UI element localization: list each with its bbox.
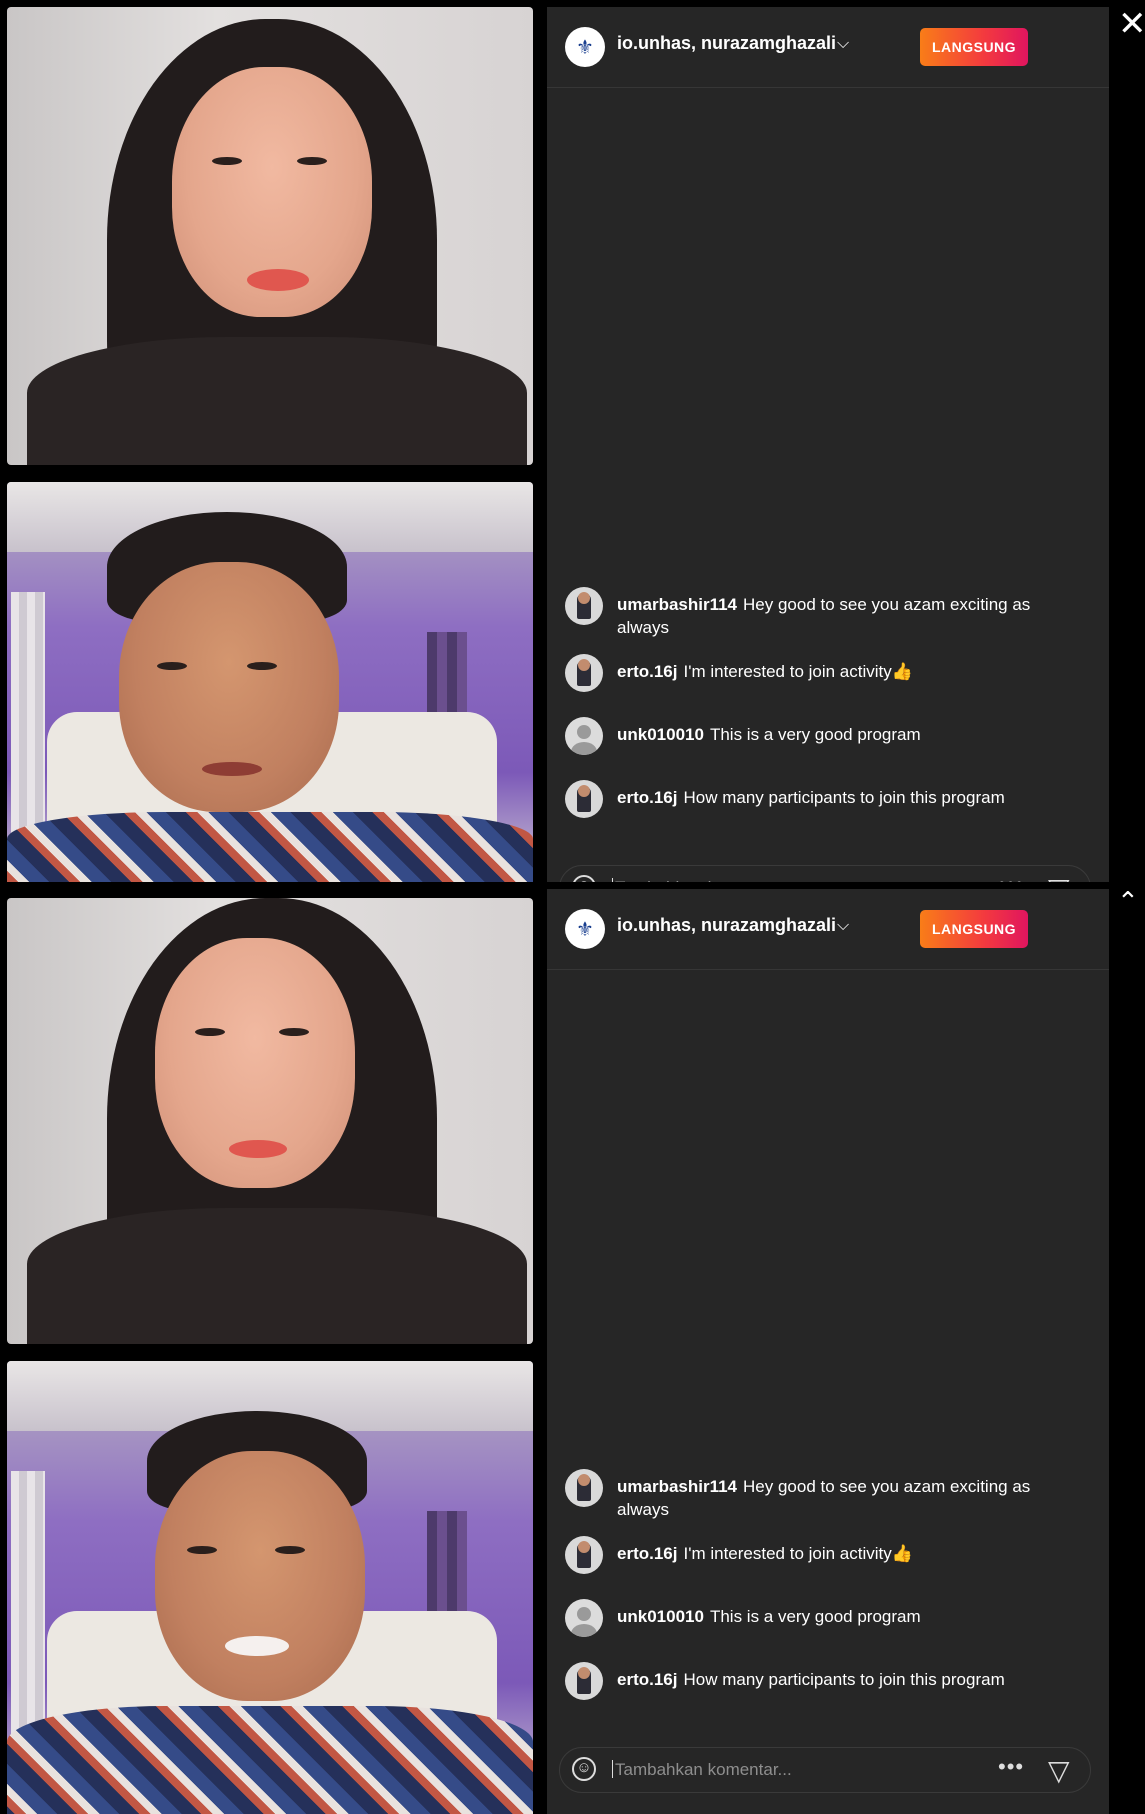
avatar[interactable] — [565, 1599, 603, 1637]
video-tile-host[interactable] — [7, 482, 533, 882]
comment-username[interactable]: umarbashir114 — [617, 595, 737, 614]
more-options-icon[interactable]: ••• — [998, 1754, 1024, 1780]
chevron-down-icon[interactable]: ⌵ — [837, 917, 849, 935]
avatar[interactable] — [565, 1662, 603, 1700]
comment-username[interactable]: unk010010 — [617, 1607, 704, 1626]
video-frame — [27, 337, 527, 465]
emoji-icon[interactable]: ☺ — [572, 875, 596, 882]
video-frame — [279, 1028, 309, 1036]
comment-input[interactable]: Tambahkan komentar... — [612, 1760, 792, 1780]
live-header: ⚜ io.unhas, nurazamghazali ⌵ LANGSUNG — [547, 7, 1109, 88]
send-icon[interactable]: ▽ — [1048, 872, 1070, 882]
video-frame — [212, 157, 242, 165]
avatar[interactable] — [565, 654, 603, 692]
comment-text: This is a very good program — [709, 725, 921, 744]
video-frame — [7, 812, 533, 882]
video-frame — [225, 1636, 289, 1656]
live-header: ⚜ io.unhas, nurazamghazali ⌵ LANGSUNG — [547, 889, 1109, 970]
org-avatar[interactable]: ⚜ — [565, 27, 605, 67]
avatar[interactable] — [565, 587, 603, 625]
video-frame — [155, 1451, 365, 1701]
video-frame — [247, 269, 309, 291]
org-avatar[interactable]: ⚜ — [565, 909, 605, 949]
comment-username[interactable]: erto.16j — [617, 788, 677, 807]
more-options-icon[interactable]: ••• — [998, 872, 1024, 882]
video-frame — [229, 1140, 287, 1158]
video-frame — [187, 1546, 217, 1554]
video-frame — [247, 662, 277, 670]
live-chat-panel: ⚜ io.unhas, nurazamghazali ⌵ LANGSUNG um… — [547, 7, 1109, 882]
emoji-icon[interactable]: ☺ — [572, 1757, 596, 1781]
video-tile-guest[interactable] — [7, 7, 533, 465]
comment-username[interactable]: erto.16j — [617, 1670, 677, 1689]
comment-text: How many participants to join this progr… — [683, 1670, 1005, 1689]
video-tile-host[interactable] — [7, 1361, 533, 1814]
video-tile-guest[interactable] — [7, 898, 533, 1344]
avatar[interactable] — [565, 1536, 603, 1574]
video-frame — [297, 157, 327, 165]
comment-input-bar[interactable]: ☺ Tambahkan komentar... ••• ▽ — [559, 1747, 1091, 1793]
live-badge: LANGSUNG — [920, 910, 1028, 948]
host-names[interactable]: io.unhas, nurazamghazali — [617, 33, 836, 54]
comment-text: I'm interested to join activity👍 — [683, 1544, 913, 1563]
chevron-down-icon[interactable]: ⌵ — [837, 35, 849, 53]
video-frame — [202, 762, 262, 776]
comment-username[interactable]: erto.16j — [617, 662, 677, 681]
send-icon[interactable]: ▽ — [1048, 1754, 1070, 1787]
avatar[interactable] — [565, 780, 603, 818]
comment-text: I'm interested to join activity👍 — [683, 662, 913, 681]
host-names[interactable]: io.unhas, nurazamghazali — [617, 915, 836, 936]
video-frame — [275, 1546, 305, 1554]
live-screen-1: ⚜ io.unhas, nurazamghazali ⌵ LANGSUNG um… — [0, 0, 1145, 882]
comment-input-bar[interactable]: ☺ Tambahkan komentar... ••• ▽ — [559, 865, 1091, 882]
close-icon[interactable]: ✕ — [1118, 4, 1145, 44]
live-chat-panel: ⚜ io.unhas, nurazamghazali ⌵ LANGSUNG um… — [547, 889, 1109, 1814]
comment-text: How many participants to join this progr… — [683, 788, 1005, 807]
video-frame — [7, 1706, 533, 1814]
live-badge: LANGSUNG — [920, 28, 1028, 66]
live-screen-2: ⚜ io.unhas, nurazamghazali ⌵ LANGSUNG um… — [0, 882, 1145, 1814]
comment-username[interactable]: umarbashir114 — [617, 1477, 737, 1496]
video-frame — [157, 662, 187, 670]
avatar[interactable] — [565, 1469, 603, 1507]
comment-username[interactable]: unk010010 — [617, 725, 704, 744]
chevron-up-icon[interactable]: ⌃ — [1117, 886, 1139, 917]
video-frame — [27, 1208, 527, 1344]
avatar[interactable] — [565, 717, 603, 755]
video-frame — [195, 1028, 225, 1036]
comment-username[interactable]: erto.16j — [617, 1544, 677, 1563]
comment-text: This is a very good program — [709, 1607, 921, 1626]
